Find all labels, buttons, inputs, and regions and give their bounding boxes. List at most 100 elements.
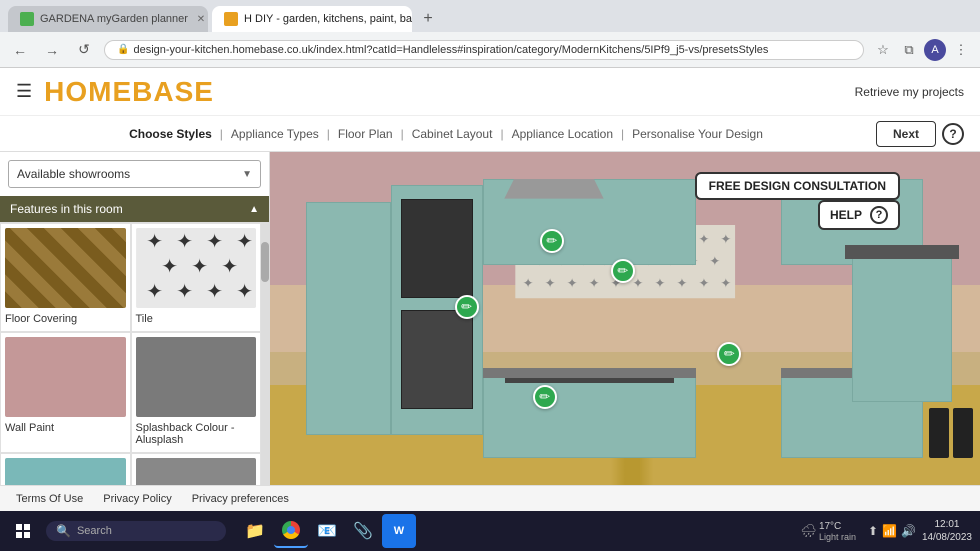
island-top bbox=[845, 245, 959, 258]
extensions-icon[interactable]: ⧉ bbox=[898, 39, 920, 61]
taskbar-pinned-apps: 📁 📧 📎 W bbox=[238, 514, 416, 548]
svg-text:✦: ✦ bbox=[236, 281, 253, 303]
floor-covering-label: Floor Covering bbox=[5, 311, 126, 327]
svg-text:✦: ✦ bbox=[176, 281, 193, 303]
callout-help-q[interactable]: ? bbox=[870, 206, 888, 224]
menu-icon[interactable]: ⋮ bbox=[950, 39, 972, 61]
clock-time: 12:01 bbox=[934, 518, 959, 531]
svg-text:✦: ✦ bbox=[720, 276, 731, 291]
browser-chrome: GARDENA myGarden planner ✕ H DIY - garde… bbox=[0, 0, 980, 68]
bookmark-icon[interactable]: ☆ bbox=[872, 39, 894, 61]
showrooms-dropdown[interactable]: Available showrooms ▼ bbox=[8, 160, 261, 188]
tab-favicon-homebase bbox=[224, 12, 238, 26]
url-bar[interactable]: 🔒 design-your-kitchen.homebase.co.uk/ind… bbox=[104, 40, 864, 60]
privacy-policy-link[interactable]: Privacy Policy bbox=[103, 493, 171, 505]
new-tab-button[interactable]: + bbox=[416, 7, 440, 31]
svg-text:✦: ✦ bbox=[676, 276, 687, 291]
svg-text:✦: ✦ bbox=[720, 232, 731, 247]
refresh-button[interactable]: ↺ bbox=[72, 38, 96, 62]
forward-button[interactable]: → bbox=[40, 38, 64, 62]
svg-text:✦: ✦ bbox=[654, 276, 665, 291]
splashback-thumb bbox=[136, 337, 257, 417]
kitchen-island bbox=[852, 252, 951, 402]
weather-temperature: 17°C bbox=[819, 521, 856, 532]
windows-logo-icon bbox=[16, 524, 30, 538]
help-button[interactable]: ? bbox=[942, 123, 964, 145]
hamburger-menu[interactable]: ☰ bbox=[16, 81, 32, 102]
splashback-label: Splashback Colour - Alusplash bbox=[136, 420, 257, 448]
svg-text:✦: ✦ bbox=[206, 231, 223, 253]
tab-label-gardena: GARDENA myGarden planner bbox=[40, 13, 188, 25]
edit-button-4[interactable]: ✏ bbox=[717, 342, 741, 366]
start-button[interactable] bbox=[8, 516, 38, 546]
countertop-mid bbox=[483, 368, 696, 378]
svg-text:✦: ✦ bbox=[588, 276, 599, 291]
clock[interactable]: 12:01 14/08/2023 bbox=[922, 518, 972, 544]
profile-icon[interactable]: A bbox=[924, 39, 946, 61]
taskbar-mail-icon[interactable]: 📧 bbox=[310, 514, 344, 548]
tab-homebase[interactable]: H DIY - garden, kitchens, paint, ba... ✕ bbox=[212, 6, 412, 32]
scroll-bar[interactable] bbox=[261, 222, 269, 485]
privacy-prefs-link[interactable]: Privacy preferences bbox=[192, 493, 289, 505]
dropdown-arrow-icon: ▼ bbox=[242, 169, 252, 180]
svg-text:✦: ✦ bbox=[146, 231, 163, 253]
wall-paint-label: Wall Paint bbox=[5, 420, 126, 436]
feature-floor-covering[interactable]: Floor Covering bbox=[0, 223, 131, 332]
taskbar-app3-icon[interactable]: 📎 bbox=[346, 514, 380, 548]
tab-bar: GARDENA myGarden planner ✕ H DIY - garde… bbox=[0, 0, 980, 32]
tab-gardena[interactable]: GARDENA myGarden planner ✕ bbox=[8, 6, 208, 32]
wifi-icon[interactable]: 📶 bbox=[882, 524, 897, 538]
taskbar-app4-icon[interactable]: W bbox=[382, 514, 416, 548]
feature-extra2[interactable] bbox=[131, 453, 262, 485]
step-cabinet-layout[interactable]: Cabinet Layout bbox=[404, 127, 501, 141]
weather-description: Light rain bbox=[819, 532, 856, 542]
taskbar-chrome-icon[interactable] bbox=[274, 514, 308, 548]
sidebar: Available showrooms ▼ Features in this r… bbox=[0, 152, 270, 485]
callout-help[interactable]: HELP ? bbox=[818, 200, 900, 230]
scroll-thumb bbox=[261, 242, 269, 282]
svg-text:✦: ✦ bbox=[206, 281, 223, 303]
terms-link[interactable]: Terms Of Use bbox=[16, 493, 83, 505]
edit-button-1[interactable]: ✏ bbox=[540, 229, 564, 253]
feature-tile[interactable]: ✦ ✦ ✦ ✦ ✦ ✦ ✦ ✦ ✦ ✦ ✦ bbox=[131, 223, 262, 332]
extractor-hood bbox=[504, 179, 603, 199]
step-appliance-location[interactable]: Appliance Location bbox=[504, 127, 621, 141]
svg-text:✦: ✦ bbox=[566, 276, 577, 291]
tab-close-gardena[interactable]: ✕ bbox=[194, 12, 208, 26]
taskbar-explorer-icon[interactable]: 📁 bbox=[238, 514, 272, 548]
back-button[interactable]: ← bbox=[8, 38, 32, 62]
edit-button-5[interactable]: ✏ bbox=[533, 385, 557, 409]
site-header: ☰ HOMEBASE Retrieve my projects bbox=[0, 68, 980, 116]
tab-favicon-gardena bbox=[20, 12, 34, 26]
features-label: Features in this room bbox=[10, 202, 123, 216]
next-button[interactable]: Next bbox=[876, 121, 936, 147]
svg-text:✦: ✦ bbox=[176, 231, 193, 253]
svg-text:✦: ✦ bbox=[146, 281, 163, 303]
edit-button-2[interactable]: ✏ bbox=[611, 259, 635, 283]
retrieve-projects-link[interactable]: Retrieve my projects bbox=[855, 85, 964, 99]
taskbar-search-icon: 🔍 bbox=[56, 524, 71, 538]
wall-paint-thumb bbox=[5, 337, 126, 417]
url-text: design-your-kitchen.homebase.co.uk/index… bbox=[133, 44, 851, 56]
bar-stools bbox=[929, 408, 973, 458]
edit-button-3[interactable]: ✏ bbox=[455, 295, 479, 319]
volume-icon[interactable]: 🔊 bbox=[901, 524, 916, 538]
svg-text:✦: ✦ bbox=[522, 276, 533, 291]
step-appliance-types[interactable]: Appliance Types bbox=[223, 127, 327, 141]
feature-splashback[interactable]: Splashback Colour - Alusplash bbox=[131, 332, 262, 453]
step-floor-plan[interactable]: Floor Plan bbox=[330, 127, 401, 141]
features-header[interactable]: Features in this room ▲ bbox=[0, 196, 269, 222]
page-footer: Terms Of Use Privacy Policy Privacy pref… bbox=[0, 485, 980, 511]
callout-free-text: FREE DESIGN CONSULTATION bbox=[709, 179, 886, 193]
step-choose-styles[interactable]: Choose Styles bbox=[121, 127, 220, 141]
taskbar-search[interactable]: 🔍 Search bbox=[46, 521, 226, 541]
step-personalise[interactable]: Personalise Your Design bbox=[624, 127, 771, 141]
browser-actions: ☆ ⧉ A ⋮ bbox=[872, 39, 972, 61]
svg-text:✦: ✦ bbox=[698, 232, 709, 247]
feature-wall-paint[interactable]: Wall Paint bbox=[0, 332, 131, 453]
callout-free-design[interactable]: FREE DESIGN CONSULTATION bbox=[695, 172, 900, 200]
network-icon[interactable]: ⬆ bbox=[868, 524, 878, 538]
address-bar: ← → ↺ 🔒 design-your-kitchen.homebase.co.… bbox=[0, 32, 980, 68]
weather-widget[interactable]: 🌧 17°C Light rain bbox=[800, 521, 856, 542]
feature-extra[interactable] bbox=[0, 453, 131, 485]
